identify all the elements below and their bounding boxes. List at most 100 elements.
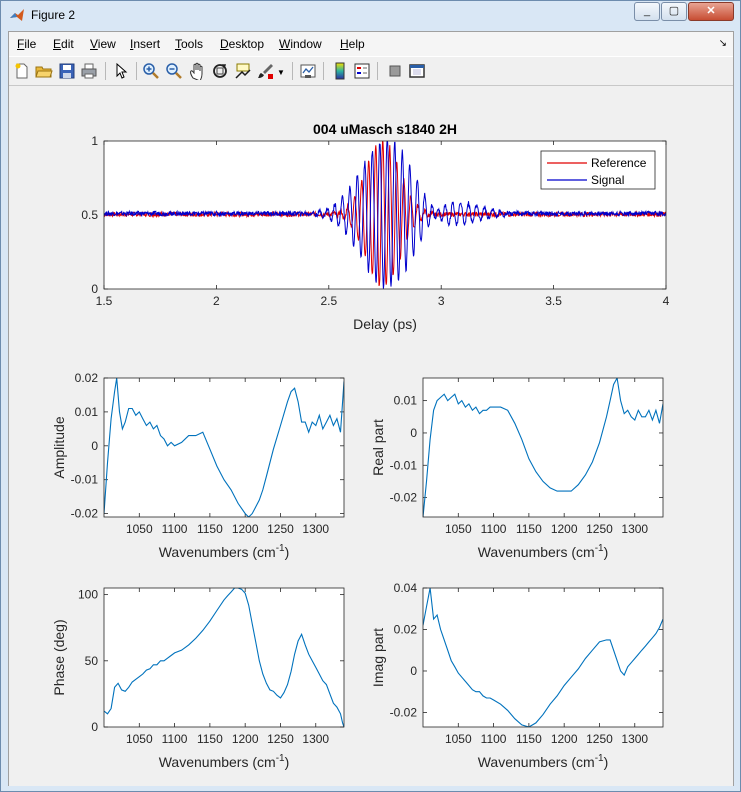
y-axis-label: Phase (deg) (51, 619, 67, 695)
rotate-3d-icon[interactable] (211, 62, 229, 80)
menu-help[interactable]: Help (340, 37, 365, 51)
x-tick-label: 1200 (232, 522, 259, 536)
menu-edit[interactable]: Edit (53, 37, 74, 51)
brush-icon[interactable] (257, 62, 275, 80)
menu-window[interactable]: Window (279, 37, 322, 51)
axes-4: 1050 1100 1150 1200 1250 1300 0 50 100 Wavenumber… (51, 587, 345, 770)
y-tick-label: 0 (91, 439, 98, 453)
menu-insert[interactable]: Insert (130, 37, 160, 51)
x-tick-label: 1200 (232, 732, 259, 746)
legend: Reference Signal (540, 150, 656, 190)
toolbar-separator (292, 62, 293, 80)
menu-edit-mnemonic: E (53, 37, 62, 51)
menu-overflow-arrow-icon[interactable]: ↘ (719, 38, 727, 49)
close-icon: ✕ (706, 5, 716, 17)
pointer-icon[interactable] (112, 62, 130, 80)
x-tick-label: 2 (213, 294, 220, 308)
x-tick-label: 1050 (126, 522, 153, 536)
x-tick-label: 1200 (551, 522, 578, 536)
zoom-in-icon[interactable] (142, 62, 160, 80)
y-tick-label: 0.02 (75, 371, 99, 385)
maximize-button[interactable]: ▢ (661, 2, 687, 21)
x-axis-label: Wavenumbers (cm-1) (159, 753, 290, 770)
open-file-icon[interactable] (35, 62, 53, 80)
title-bar[interactable]: Figure 2 _ ▢ ✕ (1, 1, 740, 31)
menu-edit-label: dit (61, 37, 74, 51)
zoom-out-icon[interactable] (165, 62, 183, 80)
y-tick-label: 100 (78, 588, 98, 602)
menu-bar: File Edit View Insert Tools Desktop Wind… (9, 32, 733, 56)
menu-view[interactable]: View (90, 37, 116, 51)
y-axis-label: Amplitude (51, 416, 67, 478)
x-tick-label: 1250 (586, 522, 613, 536)
x-tick-label: 1050 (126, 732, 153, 746)
figure-canvas: 1.5 2 2.5 3 3.5 4 0 0.5 1 Reference Signal 004 uMas… (9, 86, 733, 786)
axes-background (423, 588, 663, 727)
y-tick-label: 0 (410, 664, 417, 678)
x-tick-label: 1.5 (96, 294, 113, 308)
toolbar-separator (136, 62, 137, 80)
axes-background (423, 378, 663, 517)
legend-label: Signal (591, 173, 624, 187)
link-plot-icon[interactable] (299, 62, 317, 80)
axes-3: 1050 1100 1150 1200 1250 1300 -0.02 -0.01 0 0.01 W… (370, 377, 664, 560)
save-icon[interactable] (58, 62, 76, 80)
toolbar-separator (377, 62, 378, 80)
show-plot-tools-icon[interactable] (408, 62, 426, 80)
menu-help-mnemonic: H (340, 37, 349, 51)
x-tick-label: 1050 (445, 732, 472, 746)
figure-window: Figure 2 _ ▢ ✕ File Edit View Insert Too… (0, 0, 741, 792)
y-tick-label: 0.04 (394, 581, 418, 595)
x-axis-label: Delay (ps) (353, 316, 417, 332)
data-cursor-icon[interactable] (234, 62, 252, 80)
y-tick-label: 0 (410, 426, 417, 440)
colorbar-icon[interactable] (331, 62, 349, 80)
x-tick-label: 1300 (621, 522, 648, 536)
menu-tools[interactable]: Tools (175, 37, 203, 51)
y-tick-label: -0.01 (71, 473, 99, 487)
axes-background (104, 588, 344, 727)
matlab-logo-icon (10, 9, 24, 21)
figure-svg: 1.5 2 2.5 3 3.5 4 0 0.5 1 Reference Signal 004 uMas… (51, 121, 670, 770)
x-tick-label: 1100 (481, 732, 507, 746)
plot-title: 004 uMasch s1840 2H (313, 121, 457, 137)
x-tick-label: 1150 (516, 522, 542, 536)
minimize-button[interactable]: _ (634, 2, 660, 21)
menu-window-label: indow (290, 37, 322, 51)
axes-5: 1050 1100 1150 1200 1250 1300 -0.02 0 0.02 0.04 Wa… (370, 581, 664, 770)
y-tick-label: 0.02 (394, 622, 418, 636)
y-tick-label: -0.02 (390, 705, 418, 719)
y-tick-label: 50 (85, 654, 99, 668)
close-button[interactable]: ✕ (688, 2, 734, 21)
hide-plot-tools-icon[interactable] (386, 62, 404, 80)
menu-file-label: ile (24, 37, 37, 51)
x-axis-label: Wavenumbers (cm-1) (478, 753, 609, 770)
menu-view-mnemonic: V (90, 37, 98, 51)
legend-label: Reference (591, 156, 647, 170)
x-tick-label: 1100 (162, 522, 188, 536)
pan-icon[interactable] (188, 62, 206, 80)
y-tick-label: 0 (91, 282, 98, 296)
toolbar-separator (105, 62, 106, 80)
x-tick-label: 1150 (516, 732, 542, 746)
toolbar-separator (323, 62, 324, 80)
new-figure-icon[interactable] (13, 62, 31, 80)
menu-insert-label: nsert (133, 37, 161, 51)
y-tick-label: 1 (91, 134, 98, 148)
legend-icon[interactable] (353, 62, 371, 80)
print-icon[interactable] (80, 62, 98, 80)
menu-desktop[interactable]: Desktop (220, 37, 264, 51)
x-tick-label: 1200 (551, 732, 578, 746)
menu-window-mnemonic: W (279, 37, 291, 51)
x-tick-label: 1300 (621, 732, 648, 746)
x-tick-label: 1150 (197, 522, 223, 536)
menu-view-label: iew (97, 37, 116, 51)
x-tick-label: 1300 (302, 522, 329, 536)
menu-file[interactable]: File (17, 37, 36, 51)
x-tick-label: 1300 (302, 732, 329, 746)
menu-help-label: elp (348, 37, 365, 51)
y-tick-label: -0.01 (390, 458, 418, 472)
menu-desktop-mnemonic: D (220, 37, 229, 51)
y-tick-label: -0.02 (71, 507, 99, 521)
x-tick-label: 1050 (445, 522, 472, 536)
